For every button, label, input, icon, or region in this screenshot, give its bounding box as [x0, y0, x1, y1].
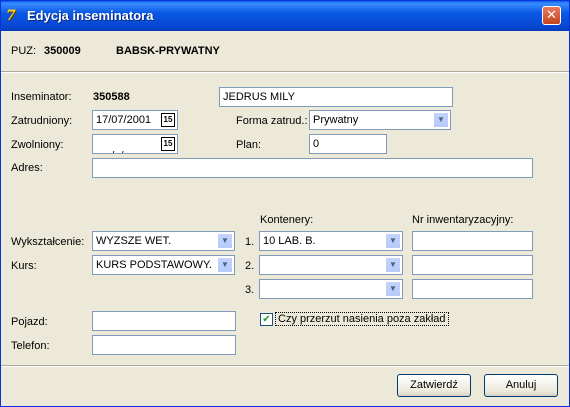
employment-label: Forma zatrud.: — [236, 115, 308, 127]
inseminator-number: 350588 — [93, 91, 130, 103]
confirm-button[interactable]: Zatwierdź — [397, 374, 471, 397]
course-value: KURS PODSTAWOWY. — [96, 259, 212, 271]
dismissed-label: Zwolniony: — [11, 139, 64, 151]
hired-date-field[interactable]: 17/07/2001 15 — [92, 110, 178, 130]
close-button[interactable]: ✕ — [542, 6, 561, 25]
phone-label: Telefon: — [11, 340, 50, 352]
chevron-down-icon[interactable]: ▼ — [385, 257, 401, 273]
container-value: 10 LAB. B. — [263, 235, 316, 247]
container-number: 3. — [245, 284, 255, 296]
dismissed-date-field[interactable]: / / 15 — [92, 134, 178, 154]
address-label: Adres: — [11, 162, 43, 174]
container-select-2[interactable]: ▼ — [259, 255, 403, 275]
cancel-button[interactable]: Anuluj — [484, 374, 558, 397]
containers-header: Kontenery: — [260, 214, 314, 226]
course-select[interactable]: KURS PODSTAWOWY. ▼ — [92, 255, 235, 275]
phone-field[interactable] — [92, 335, 236, 355]
window-title: Edycja inseminatora — [27, 8, 154, 23]
edit-inseminator-window: 7 Edycja inseminatora ✕ PUZ: 350009 BABS… — [0, 0, 570, 407]
transfer-checkbox-label[interactable]: Czy przerzut nasienia poza zakład — [275, 312, 449, 326]
puz-number: 350009 — [44, 45, 81, 57]
chevron-down-icon[interactable]: ▼ — [385, 281, 401, 297]
chevron-down-icon[interactable]: ▼ — [217, 233, 233, 249]
container-select-3[interactable]: ▼ — [259, 279, 403, 299]
chevron-down-icon[interactable]: ▼ — [217, 257, 233, 273]
plan-field[interactable]: 0 — [309, 134, 387, 154]
hired-label: Zatrudniony: — [11, 115, 73, 127]
app-icon: 7 — [6, 8, 16, 24]
employment-value: Prywatny — [313, 114, 359, 126]
chevron-down-icon[interactable]: ▼ — [433, 112, 449, 128]
footer-separator — [1, 365, 569, 367]
container-number: 2. — [245, 260, 255, 272]
transfer-checkbox[interactable]: ✔ — [260, 313, 273, 326]
inseminator-label: Inseminator: — [11, 91, 72, 103]
inventory-field-2[interactable] — [412, 255, 533, 275]
calendar-icon[interactable]: 15 — [161, 113, 175, 127]
dismissed-date-value: / / — [108, 150, 123, 153]
calendar-icon[interactable]: 15 — [161, 137, 175, 151]
education-value: WYZSZE WET. — [96, 235, 172, 247]
header-separator — [1, 71, 569, 73]
inventory-header: Nr inwentaryzacyjny: — [412, 214, 514, 226]
education-select[interactable]: WYZSZE WET. ▼ — [92, 231, 235, 251]
address-field[interactable] — [92, 158, 533, 178]
inseminator-name-field[interactable]: JEDRUS MILY — [219, 87, 453, 107]
hired-date-value: 17/07/2001 — [96, 114, 152, 126]
vehicle-label: Pojazd: — [11, 316, 48, 328]
vehicle-field[interactable] — [92, 311, 236, 331]
plan-label: Plan: — [236, 139, 262, 151]
title-bar[interactable]: 7 Edycja inseminatora ✕ — [1, 1, 569, 31]
education-label: Wykształcenie: — [11, 236, 85, 248]
inventory-field-1[interactable] — [412, 231, 533, 251]
chevron-down-icon[interactable]: ▼ — [385, 233, 401, 249]
container-number: 1. — [245, 236, 255, 248]
course-label: Kurs: — [11, 260, 37, 272]
container-select-1[interactable]: 10 LAB. B. ▼ — [259, 231, 403, 251]
puz-name: BABSK-PRYWATNY — [116, 45, 220, 57]
employment-select[interactable]: Prywatny ▼ — [309, 110, 451, 130]
inventory-field-3[interactable] — [412, 279, 533, 299]
puz-label: PUZ: — [11, 45, 37, 57]
